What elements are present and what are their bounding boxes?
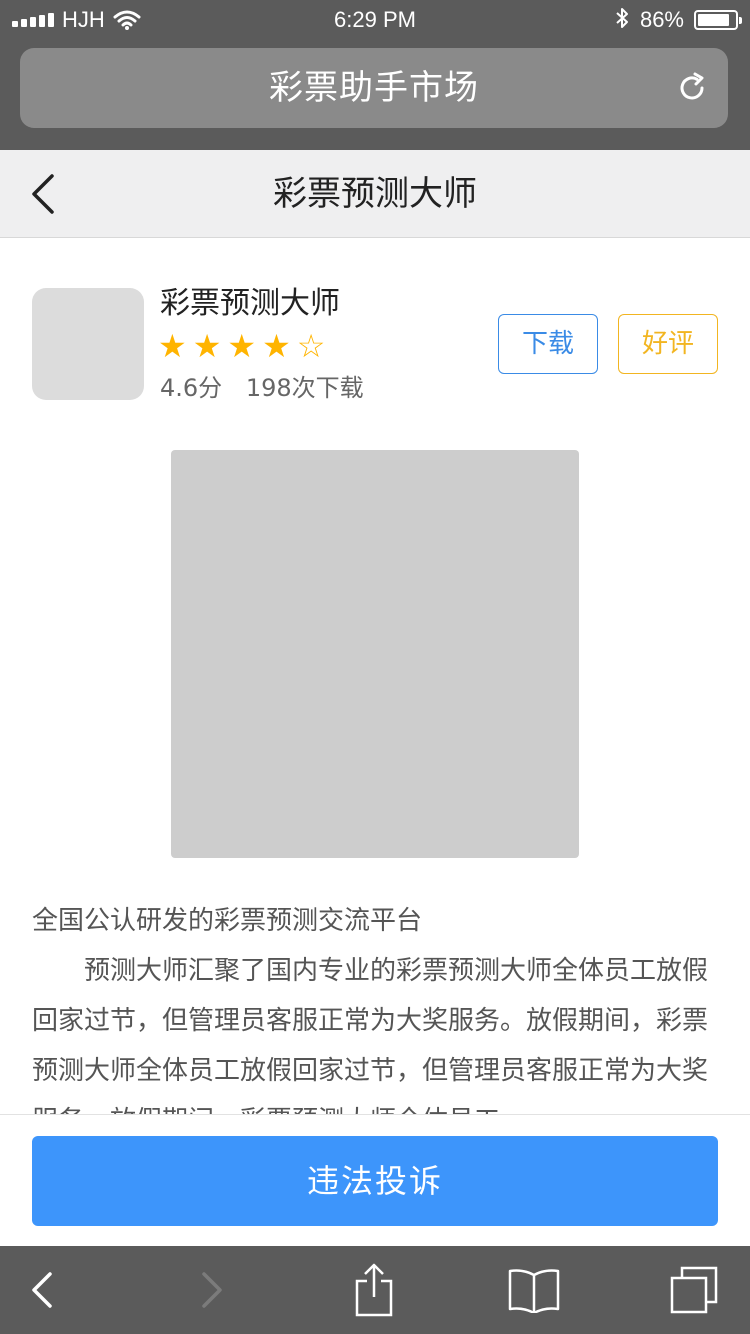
app-screenshot[interactable] (171, 450, 579, 858)
bottom-action-area: 违法投诉 (0, 1114, 750, 1246)
status-right: 86% (614, 4, 742, 36)
app-name: 彩票预测大师 (160, 286, 340, 321)
status-bar: HJH 6:29 PM 86% (0, 0, 750, 40)
browser-toolbar (0, 1246, 750, 1334)
app-meta: 4.6分 198次下载 (160, 370, 364, 406)
bookmarks-icon[interactable] (500, 1246, 568, 1334)
address-bar[interactable]: 彩票助手市场 (20, 48, 728, 128)
browser-chrome: HJH 6:29 PM 86% 彩票助手市场 (0, 0, 750, 150)
app-score: 4.6分 (160, 374, 223, 402)
page-nav-bar: 彩票预测大师 (0, 150, 750, 238)
star-filled-icon: ★ (227, 327, 257, 365)
description-body: 预测大师汇聚了国内专业的彩票预测大师全体员工放假回家过节，但管理员客服正常为大奖… (32, 956, 709, 1114)
download-button[interactable]: 下载 (498, 314, 598, 374)
app-icon (32, 288, 144, 400)
battery-icon (694, 10, 742, 30)
reload-icon[interactable] (674, 70, 710, 106)
share-icon[interactable] (344, 1246, 404, 1334)
star-filled-icon: ★ (262, 327, 291, 365)
description-title: 全国公认研发的彩票预测交流平台 (32, 906, 423, 936)
complaint-button[interactable]: 违法投诉 (32, 1136, 718, 1226)
star-filled-icon: ★ (158, 327, 187, 365)
app-description: 全国公认研发的彩票预测交流平台 预测大师汇聚了国内专业的彩票预测大师全体员工放假… (32, 896, 718, 1114)
page-title: 彩票预测大师 (273, 174, 477, 214)
address-title[interactable]: 彩票助手市场 (20, 48, 728, 128)
rating-stars: ★ ★ ★ ★ ☆ (158, 328, 325, 364)
star-filled-icon: ★ (192, 327, 222, 365)
battery-nub (739, 17, 742, 24)
app-downloads: 198次下载 (245, 374, 364, 402)
forward-icon[interactable] (182, 1246, 242, 1334)
battery-fill (698, 14, 729, 26)
back-icon[interactable] (12, 1246, 72, 1334)
tabs-icon[interactable] (664, 1246, 724, 1334)
battery-percent: 86% (639, 7, 684, 32)
star-empty-icon: ☆ (296, 327, 326, 365)
rate-button[interactable]: 好评 (618, 314, 718, 374)
bluetooth-icon (614, 6, 630, 34)
